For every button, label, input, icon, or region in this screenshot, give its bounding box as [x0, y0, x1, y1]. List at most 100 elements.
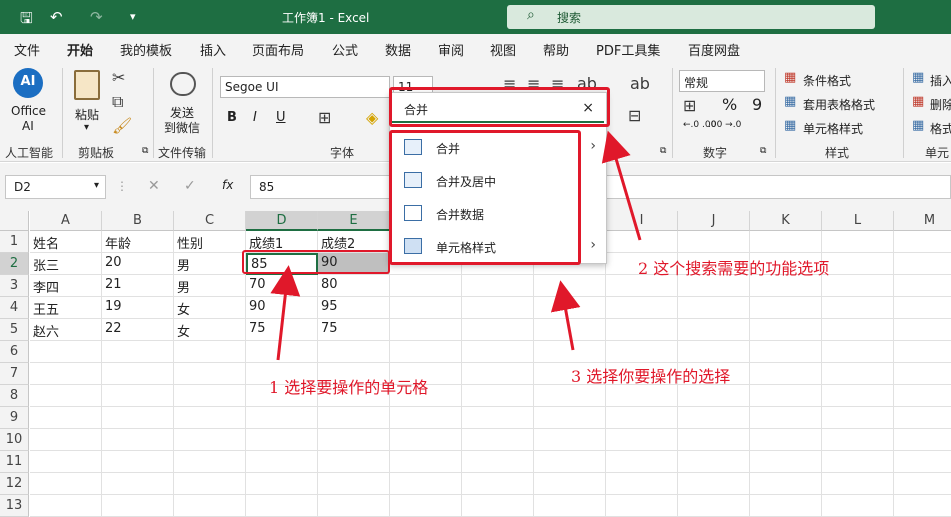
- cell[interactable]: 姓名: [30, 231, 102, 253]
- cell[interactable]: 男: [174, 275, 246, 297]
- cell[interactable]: [894, 407, 951, 429]
- column-header[interactable]: D: [246, 211, 318, 231]
- tab-page-layout[interactable]: 页面布局: [252, 40, 304, 59]
- cell[interactable]: [30, 473, 102, 495]
- row-header[interactable]: 10: [0, 429, 29, 451]
- cell[interactable]: [894, 341, 951, 363]
- cell[interactable]: 赵六: [30, 319, 102, 341]
- cell[interactable]: [894, 385, 951, 407]
- cell[interactable]: 男: [174, 253, 246, 275]
- cell[interactable]: 李四: [30, 275, 102, 297]
- cell[interactable]: 75: [318, 319, 390, 341]
- cell[interactable]: [678, 385, 750, 407]
- cell[interactable]: [246, 341, 318, 363]
- select-all-corner[interactable]: [0, 211, 29, 231]
- cell[interactable]: [606, 451, 678, 473]
- cell[interactable]: [678, 473, 750, 495]
- cell[interactable]: [102, 341, 174, 363]
- paste-icon[interactable]: [74, 70, 100, 100]
- tab-formulas[interactable]: 公式: [332, 40, 358, 59]
- decrease-decimal-icon[interactable]: .00 →.0: [708, 120, 741, 130]
- cell[interactable]: 95: [318, 297, 390, 319]
- alignment-launcher-icon[interactable]: ⧉: [660, 146, 666, 156]
- cell[interactable]: [390, 319, 462, 341]
- italic-button[interactable]: I: [253, 110, 257, 125]
- cell[interactable]: [750, 319, 822, 341]
- table-format-icon[interactable]: ▦: [784, 94, 796, 109]
- cell[interactable]: [678, 407, 750, 429]
- copy-icon[interactable]: ⧉: [112, 92, 123, 112]
- cell[interactable]: [318, 341, 390, 363]
- cell[interactable]: [102, 451, 174, 473]
- cell[interactable]: 女: [174, 297, 246, 319]
- cell[interactable]: [30, 407, 102, 429]
- row-header[interactable]: 9: [0, 407, 29, 429]
- cell[interactable]: [822, 275, 894, 297]
- cell[interactable]: [246, 429, 318, 451]
- cell[interactable]: [390, 473, 462, 495]
- tab-insert[interactable]: 插入: [200, 40, 226, 59]
- cell[interactable]: [318, 429, 390, 451]
- save-icon[interactable]: 🖫: [20, 8, 33, 33]
- cell[interactable]: [534, 407, 606, 429]
- office-ai-icon[interactable]: AI: [13, 68, 43, 98]
- currency-icon[interactable]: ⊞: [683, 96, 696, 115]
- cell[interactable]: [390, 429, 462, 451]
- cell[interactable]: [462, 495, 534, 517]
- cell[interactable]: [822, 473, 894, 495]
- cell[interactable]: [534, 473, 606, 495]
- cell[interactable]: [102, 363, 174, 385]
- column-header[interactable]: K: [750, 211, 822, 231]
- cut-icon[interactable]: ✂: [112, 68, 125, 87]
- cell[interactable]: [750, 341, 822, 363]
- cell-style-icon[interactable]: ▦: [784, 118, 796, 133]
- cell[interactable]: [174, 341, 246, 363]
- format-painter-icon[interactable]: 🖌: [112, 116, 132, 135]
- cell[interactable]: 性别: [174, 231, 246, 253]
- cell[interactable]: [174, 429, 246, 451]
- cell[interactable]: [822, 429, 894, 451]
- paste-dropdown-icon[interactable]: ▾: [84, 122, 89, 133]
- cell[interactable]: [606, 495, 678, 517]
- cell-style-button[interactable]: 单元格样式: [803, 120, 863, 137]
- cell[interactable]: [246, 473, 318, 495]
- cell[interactable]: 张三: [30, 253, 102, 275]
- insert-cells-button[interactable]: 插入: [930, 72, 951, 89]
- tab-file[interactable]: 文件: [14, 40, 40, 59]
- cell[interactable]: [894, 253, 951, 275]
- row-header[interactable]: 5: [0, 319, 29, 341]
- cell[interactable]: [30, 385, 102, 407]
- cell[interactable]: [462, 451, 534, 473]
- column-header[interactable]: C: [174, 211, 246, 231]
- column-header[interactable]: B: [102, 211, 174, 231]
- row-header[interactable]: 4: [0, 297, 29, 319]
- cell[interactable]: [534, 297, 606, 319]
- cell[interactable]: [30, 341, 102, 363]
- cell[interactable]: [822, 451, 894, 473]
- cell[interactable]: [894, 231, 951, 253]
- row-header[interactable]: 8: [0, 385, 29, 407]
- cell[interactable]: [750, 429, 822, 451]
- bold-button[interactable]: B: [227, 110, 237, 125]
- conditional-format-icon[interactable]: ▦: [784, 70, 796, 85]
- row-header[interactable]: 11: [0, 451, 29, 473]
- cell[interactable]: [390, 451, 462, 473]
- cell[interactable]: [678, 495, 750, 517]
- insert-function-button[interactable]: fx: [222, 178, 233, 192]
- column-header[interactable]: I: [606, 211, 678, 231]
- cell[interactable]: [822, 297, 894, 319]
- cell[interactable]: [606, 407, 678, 429]
- format-cells-button[interactable]: 格式: [930, 120, 951, 137]
- cell[interactable]: [534, 319, 606, 341]
- row-header[interactable]: 3: [0, 275, 29, 297]
- cell[interactable]: [462, 275, 534, 297]
- cell[interactable]: [30, 495, 102, 517]
- delete-cells-icon[interactable]: ▦: [912, 94, 924, 109]
- cell[interactable]: [822, 341, 894, 363]
- cell[interactable]: [102, 429, 174, 451]
- cell[interactable]: [894, 473, 951, 495]
- cell[interactable]: [30, 363, 102, 385]
- cell[interactable]: [102, 385, 174, 407]
- wechat-icon[interactable]: [170, 72, 196, 96]
- cell[interactable]: [750, 407, 822, 429]
